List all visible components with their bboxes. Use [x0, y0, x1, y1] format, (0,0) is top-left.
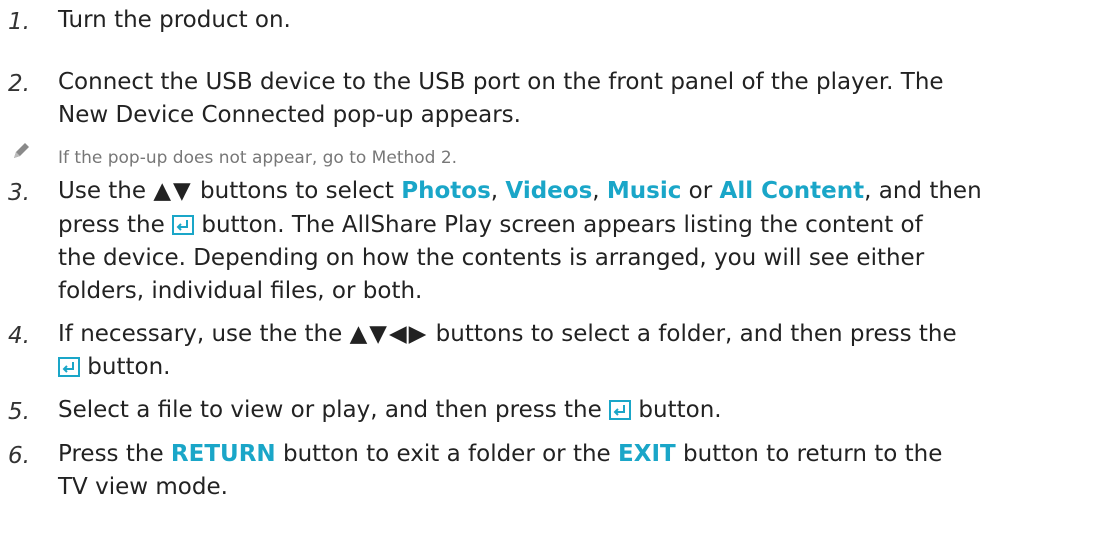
step-5-line-1: Select a file to view or play, and then …: [58, 395, 722, 425]
step-3-line-2: press the button. The AllShare Play scre…: [58, 210, 923, 240]
music-label: Music: [606, 178, 682, 204]
step-6-text-c: button to return to the: [675, 441, 943, 467]
step-4-line-1: If necessary, use the the ▲▼◀▶ buttons t…: [58, 319, 957, 349]
comma-1: ,: [490, 178, 506, 204]
step-1-number: 1.: [8, 9, 30, 35]
enter-button-icon: [58, 357, 80, 377]
step-3-text-a: Use the: [58, 178, 154, 204]
up-down-arrows-icon: ▲▼: [153, 178, 193, 204]
step-3-line-4: folders, individual files, or both.: [58, 278, 423, 304]
step-2-line-2: New Device Connected pop-up appears.: [58, 102, 521, 128]
comma-2: ,: [592, 178, 607, 204]
step-4-line-2: button.: [58, 352, 170, 382]
step-6-line-2: TV view mode.: [58, 474, 228, 500]
step-3-text-b: buttons to select: [192, 178, 402, 204]
step-5-text-b: button.: [631, 397, 722, 423]
step-3-number: 3.: [8, 180, 30, 206]
step-2-number: 2.: [8, 71, 30, 97]
note-text: If the pop-up does not appear, go to Met…: [58, 148, 458, 168]
step-1-text: Turn the product on.: [58, 7, 291, 33]
return-label: RETURN: [170, 441, 276, 467]
step-6-line-1: Press the RETURN button to exit a folder…: [58, 439, 942, 469]
step-4-text-a: If necessary, use the the: [58, 321, 350, 347]
exit-label: EXIT: [618, 441, 676, 467]
step-5-text-a: Select a file to view or play, and then …: [58, 397, 610, 423]
step-3-text-c: , and then: [864, 178, 982, 204]
step-3-text-e: button. The AllShare Play screen appears…: [194, 212, 923, 238]
step-4-text-b: buttons to select a folder, and then pre…: [428, 321, 957, 347]
all-content-label: All Content: [719, 178, 865, 204]
or-text: or: [681, 178, 720, 204]
step-3-text-d: press the: [58, 212, 173, 238]
step-2-line-1: Connect the USB device to the USB port o…: [58, 69, 944, 95]
enter-button-icon: [172, 215, 195, 235]
step-4-number: 4.: [8, 323, 30, 349]
videos-label: Videos: [505, 178, 593, 204]
direction-arrows-icon: ▲▼◀▶: [349, 321, 429, 347]
step-4-text-c: button.: [80, 354, 171, 380]
step-3-line-3: the device. Depending on how the content…: [58, 245, 925, 271]
enter-button-icon: [609, 400, 632, 420]
pencil-icon: [14, 143, 29, 158]
step-3-line-1: Use the ▲▼ buttons to select Photos, Vid…: [58, 176, 982, 206]
photos-label: Photos: [401, 178, 491, 204]
step-6-number: 6.: [8, 443, 30, 469]
step-6-text-a: Press the: [58, 441, 171, 467]
step-5-number: 5.: [8, 399, 30, 425]
step-6-text-b: button to exit a folder or the: [275, 441, 618, 467]
